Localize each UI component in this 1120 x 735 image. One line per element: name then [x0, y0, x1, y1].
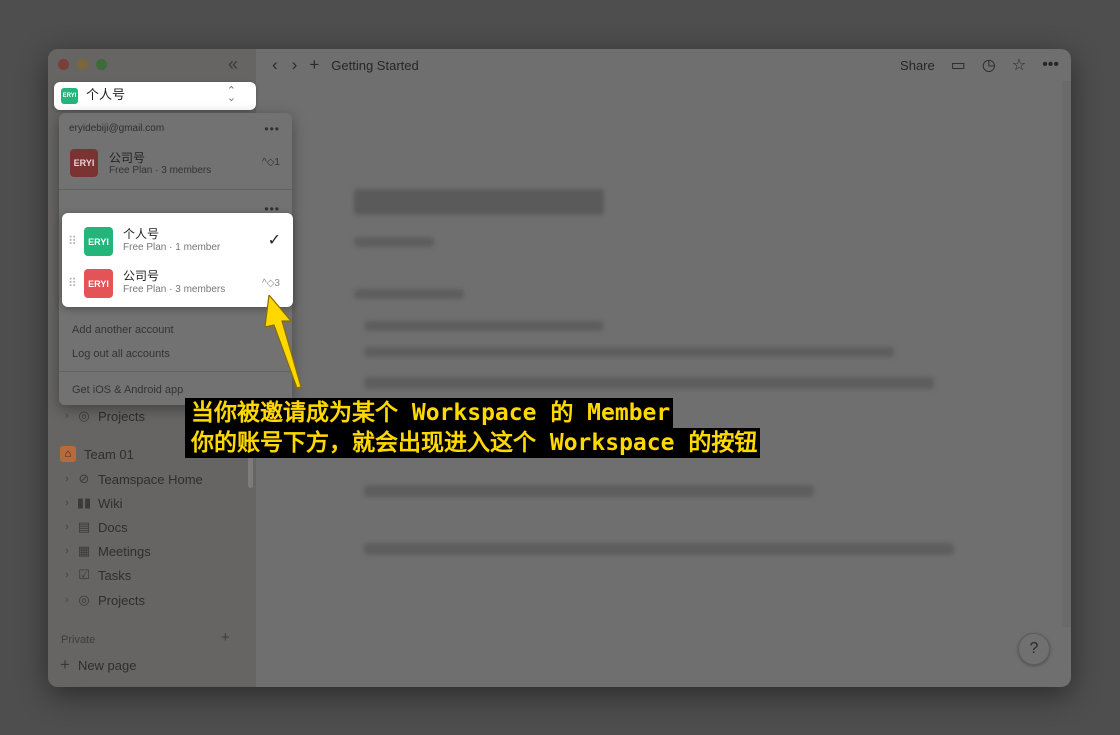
doc-icon: ▤ — [77, 519, 91, 534]
target-icon: ◎ — [78, 408, 90, 423]
star-icon[interactable]: ☆ — [1012, 55, 1026, 75]
help-button[interactable]: ? — [1018, 633, 1050, 665]
sidebar-item-label: Projects — [98, 408, 145, 424]
checkmark-icon: ✓ — [267, 232, 281, 249]
log-out-all-link[interactable]: Log out all accounts — [72, 348, 170, 360]
chevron-up-down-icon: ⌃ ⌄ — [226, 85, 236, 104]
blurred-content-line — [364, 377, 934, 389]
chevron-right-icon[interactable]: › — [60, 569, 74, 581]
checkbox-icon: ☑ — [78, 567, 90, 582]
add-another-account-link[interactable]: Add another account — [72, 324, 174, 336]
sidebar-item-label: Projects — [98, 592, 145, 608]
sidebar-item-label: Teamspace Home — [98, 471, 203, 487]
private-section-label: Private — [61, 634, 96, 646]
close-window-button[interactable] — [58, 59, 69, 70]
workspace-item-company[interactable]: ERYI 公司号 Free Plan · 3 members ^◇1 — [70, 148, 280, 178]
annotation-arrow-icon — [264, 295, 302, 389]
new-page-button[interactable]: + New page — [60, 655, 136, 675]
chevron-right-icon[interactable]: › — [60, 545, 74, 557]
sidebar-item-label: Docs — [98, 519, 128, 535]
book-icon: ▮▮ — [76, 495, 92, 510]
minimize-window-button[interactable] — [77, 59, 88, 70]
new-tab-plus-icon[interactable]: + — [309, 55, 319, 75]
add-private-page-icon[interactable]: + — [221, 629, 230, 646]
workspace-shortcut: ^◇1 — [262, 157, 280, 168]
comment-icon[interactable]: ▭ — [951, 55, 966, 75]
sidebar-item-label: Wiki — [98, 495, 123, 511]
breadcrumb[interactable]: Getting Started — [331, 58, 418, 73]
workspace-name: 公司号 — [109, 151, 146, 165]
workspace-logo: ERYI — [84, 269, 113, 298]
sidebar-item-meetings[interactable]: › ▦ Meetings — [48, 540, 256, 562]
workspace-switcher-button[interactable]: ERYI 个人号 ⌃ ⌄ — [54, 82, 256, 110]
get-apps-link[interactable]: Get iOS & Android app — [72, 384, 183, 396]
sidebar-item-label: Tasks — [98, 567, 132, 583]
chevron-right-icon[interactable]: › — [60, 521, 74, 533]
workspace-plan: Free Plan · 3 members — [123, 284, 226, 295]
calendar-icon: ▦ — [77, 543, 91, 558]
workspace-name: 个人号 — [86, 86, 126, 102]
blurred-content-line — [354, 237, 434, 247]
account-email: eryidebiji@gmail.com — [69, 123, 165, 134]
plus-icon: + — [60, 655, 70, 674]
workspace-logo: ERYI — [61, 88, 78, 104]
blurred-content-line — [364, 321, 604, 331]
sidebar-item-tasks[interactable]: › ☑ Tasks — [48, 564, 256, 586]
target-icon: ◎ — [78, 592, 90, 607]
blurred-content-line — [364, 485, 814, 497]
compass-icon: ⊘ — [78, 471, 90, 486]
more-options-icon[interactable]: ••• — [1042, 56, 1059, 74]
blurred-content-line — [364, 543, 954, 555]
workspace-name: 公司号 — [123, 269, 160, 283]
chevron-right-icon[interactable]: › — [60, 473, 74, 485]
annotation-caption: 当你被邀请成为某个 Workspace 的 Member 你的账号下方，就会出现… — [185, 398, 761, 458]
workspace-shortcut: ^◇3 — [262, 278, 280, 289]
chevron-right-icon[interactable]: › — [60, 410, 74, 422]
new-page-label: New page — [77, 657, 137, 673]
drag-handle-icon[interactable]: ⠿ — [68, 276, 77, 290]
blurred-content-line — [354, 289, 464, 299]
share-button[interactable]: Share — [900, 58, 935, 73]
back-arrow-icon[interactable]: ‹ — [272, 55, 278, 75]
zoom-window-button[interactable] — [96, 59, 107, 70]
drag-handle-icon[interactable]: ⠿ — [68, 234, 77, 248]
team-name: Team 01 — [84, 446, 134, 462]
window-controls — [58, 59, 107, 70]
workspace-plan: Free Plan · 1 member — [123, 242, 221, 253]
sidebar-item-wiki[interactable]: › ▮▮ Wiki — [48, 492, 256, 514]
blurred-content-line — [364, 347, 894, 357]
sidebar-item-docs[interactable]: › ▤ Docs — [48, 516, 256, 538]
workspace-plan: Free Plan · 3 members — [109, 165, 212, 176]
forward-arrow-icon[interactable]: › — [292, 55, 298, 75]
workspace-logo: ERYI — [84, 227, 113, 256]
account-more-icon[interactable]: ••• — [264, 122, 280, 136]
chevron-right-icon[interactable]: › — [60, 497, 74, 509]
sidebar-item-label: Meetings — [98, 543, 151, 559]
workspace-name: 个人号 — [123, 227, 160, 241]
main-scrollbar[interactable] — [1062, 81, 1071, 627]
chevron-right-icon[interactable]: › — [60, 594, 74, 606]
collapse-sidebar-icon[interactable]: « — [228, 54, 238, 75]
history-clock-icon[interactable]: ◷ — [982, 55, 996, 75]
topbar-actions: Share ▭ ◷ ☆ ••• — [900, 49, 1059, 81]
workspace-logo: ERYI — [70, 149, 98, 177]
sidebar-item-teamspace-home[interactable]: › ⊘ Teamspace Home — [48, 468, 256, 490]
blurred-page-title — [354, 189, 604, 215]
annotation-line: 你的账号下方，就会出现进入这个 Workspace 的按钮 — [185, 428, 761, 458]
annotation-line: 当你被邀请成为某个 Workspace 的 Member — [185, 398, 674, 428]
accounts-card: ⠿ ERYI 个人号 Free Plan · 1 member ✓ ⠿ ERYI… — [62, 213, 293, 307]
workspace-item-personal[interactable]: ⠿ ERYI 个人号 Free Plan · 1 member ✓ — [62, 222, 293, 262]
divider — [59, 189, 292, 190]
home-icon: ⌂ — [60, 446, 76, 462]
sidebar-item-projects[interactable]: › ◎ Projects — [48, 589, 256, 611]
